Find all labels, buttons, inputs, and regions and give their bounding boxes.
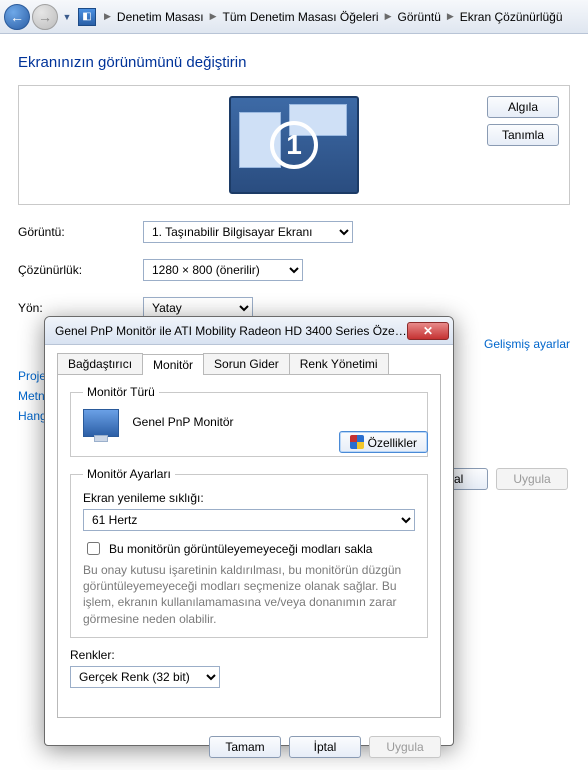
close-icon: ✕ — [423, 324, 433, 338]
properties-button[interactable]: Özellikler — [339, 431, 428, 453]
explorer-toolbar: ← → ▼ ◧ ▶ Denetim Masası ▶ Tüm Denetim M… — [0, 0, 588, 34]
dialog-titlebar[interactable]: Genel PnP Monitör ile ATI Mobility Radeo… — [45, 317, 453, 345]
colors-select[interactable]: Gerçek Renk (32 bit) — [70, 666, 220, 688]
dialog-title: Genel PnP Monitör ile ATI Mobility Radeo… — [55, 324, 407, 338]
tab-strip: Bağdaştırıcı Monitör Sorun Gider Renk Yö… — [45, 345, 453, 374]
monitor-type-group: Monitör Türü Genel PnP Monitör Özellikle… — [70, 385, 428, 457]
chevron-right-icon: ▶ — [445, 11, 456, 22]
crumb-resolution[interactable]: Ekran Çözünürlüğü — [456, 10, 567, 24]
advanced-settings-link[interactable]: Gelişmiş ayarlar — [484, 337, 570, 351]
properties-dialog: Genel PnP Monitör ile ATI Mobility Radeo… — [44, 316, 454, 746]
breadcrumb: ▶ Denetim Masası ▶ Tüm Denetim Masası Öğ… — [102, 10, 567, 24]
back-button[interactable]: ← — [4, 4, 30, 30]
nav-history-dropdown[interactable]: ▼ — [60, 4, 74, 30]
page-title: Ekranınızın görünümünü değiştirin — [18, 54, 570, 71]
chevron-right-icon: ▶ — [383, 11, 394, 22]
hide-modes-checkbox[interactable] — [87, 542, 100, 555]
monitor-type-legend: Monitör Türü — [83, 385, 159, 399]
label-display: Görüntü: — [18, 225, 143, 239]
display-number-badge: 1 — [270, 121, 318, 169]
display-select[interactable]: 1. Taşınabilir Bilgisayar Ekranı — [143, 221, 353, 243]
close-button[interactable]: ✕ — [407, 322, 449, 340]
hide-modes-checkbox-row[interactable]: Bu monitörün görüntüleyemeyeceği modları… — [83, 539, 415, 558]
monitor-icon — [83, 409, 119, 437]
control-panel-icon: ◧ — [78, 8, 96, 26]
monitor-name: Genel PnP Monitör — [132, 415, 233, 429]
tab-adapter[interactable]: Bağdaştırıcı — [57, 353, 143, 374]
chevron-right-icon: ▶ — [208, 11, 219, 22]
detect-button[interactable]: Algıla — [487, 96, 559, 118]
link-hang[interactable]: Hang — [18, 409, 47, 423]
apply-button[interactable]: Uygula — [369, 736, 441, 758]
hide-modes-label: Bu monitörün görüntüleyemeyeceği modları… — [109, 542, 372, 556]
monitor-settings-legend: Monitör Ayarları — [83, 467, 175, 481]
refresh-rate-select[interactable]: 61 Hertz — [83, 509, 415, 531]
monitor-preview-icon[interactable]: 1 — [229, 96, 359, 194]
monitor-settings-group: Monitör Ayarları Ekran yenileme sıklığı:… — [70, 467, 428, 638]
cancel-button[interactable]: İptal — [289, 736, 361, 758]
refresh-rate-label: Ekran yenileme sıklığı: — [83, 491, 415, 505]
crumb-control-panel[interactable]: Denetim Masası — [113, 10, 208, 24]
label-orientation: Yön: — [18, 301, 143, 315]
label-resolution: Çözünürlük: — [18, 263, 143, 277]
chevron-right-icon: ▶ — [102, 11, 113, 22]
crumb-display[interactable]: Görüntü — [394, 10, 445, 24]
dialog-button-row: Tamam İptal Uygula — [45, 728, 453, 770]
tab-monitor[interactable]: Monitör — [142, 354, 204, 375]
arrow-right-icon: → — [38, 9, 52, 25]
crumb-all-items[interactable]: Tüm Denetim Masası Öğeleri — [219, 10, 383, 24]
colors-label: Renkler: — [70, 648, 428, 662]
link-project[interactable]: Proje — [18, 369, 46, 383]
uac-shield-icon — [350, 435, 364, 449]
tab-panel-monitor: Monitör Türü Genel PnP Monitör Özellikle… — [57, 374, 441, 718]
apply-button-bg[interactable]: Uygula — [496, 468, 568, 490]
display-preview-panel: Algıla Tanımla 1 — [18, 85, 570, 205]
tab-troubleshoot[interactable]: Sorun Gider — [203, 353, 290, 374]
hide-modes-help-text: Bu onay kutusu işaretinin kaldırılması, … — [83, 562, 415, 627]
resolution-select[interactable]: 1280 × 800 (önerilir) — [143, 259, 303, 281]
forward-button[interactable]: → — [32, 4, 58, 30]
ok-button[interactable]: Tamam — [209, 736, 281, 758]
link-text[interactable]: Metn — [18, 389, 45, 403]
identify-button[interactable]: Tanımla — [487, 124, 559, 146]
tab-color-management[interactable]: Renk Yönetimi — [289, 353, 389, 374]
arrow-left-icon: ← — [10, 9, 24, 25]
